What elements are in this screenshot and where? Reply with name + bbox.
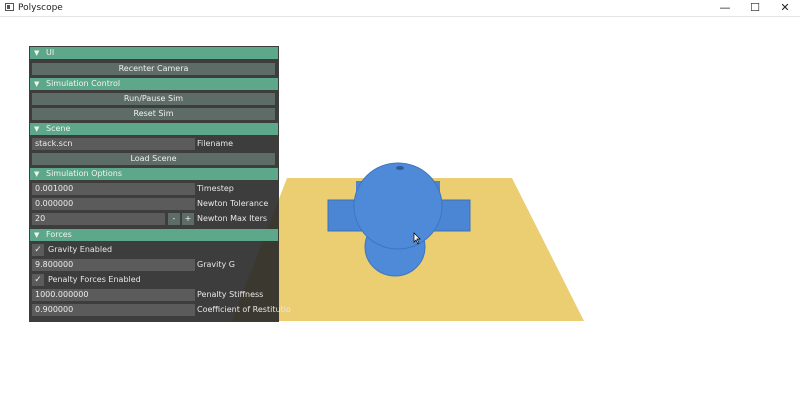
penalty-forces-label: Penalty Forces Enabled [48, 275, 141, 284]
gravity-enabled-label: Gravity Enabled [48, 245, 113, 254]
gravity-g-label: Gravity G [197, 260, 235, 269]
collapse-triangle-icon: ▼ [34, 231, 40, 239]
app-icon [5, 3, 14, 11]
penalty-forces-checkbox[interactable]: ✓ [32, 274, 44, 286]
ui-panel: ▼ UI Recenter Camera ▼ Simulation Contro… [29, 46, 291, 322]
3d-viewport[interactable]: ▼ UI Recenter Camera ▼ Simulation Contro… [0, 17, 800, 419]
newton-max-iters-label: Newton Max Iters [197, 214, 268, 223]
collapse-triangle-icon: ▼ [34, 170, 40, 178]
minimize-button[interactable]: — [710, 0, 740, 16]
simulation-options-header[interactable]: ▼ Simulation Options [30, 168, 278, 180]
close-button[interactable]: ✕ [770, 0, 800, 16]
recenter-camera-button[interactable]: Recenter Camera [32, 63, 275, 75]
penalty-stiffness-input[interactable]: 1000.000000 [32, 289, 195, 301]
collapse-triangle-icon: ▼ [34, 80, 40, 88]
window-title: Polyscope [18, 3, 63, 13]
timestep-label: Timestep [197, 184, 234, 193]
newton-tolerance-label: Newton Tolerance [197, 199, 269, 208]
newton-max-iters-input[interactable]: 20 [32, 213, 165, 225]
decrement-button[interactable]: - [168, 213, 180, 225]
maximize-button[interactable]: ☐ [740, 0, 770, 16]
penalty-stiffness-label: Penalty Stiffness [197, 290, 264, 299]
gravity-g-input[interactable]: 9.800000 [32, 259, 195, 271]
restitution-input[interactable]: 0.900000 [32, 304, 195, 316]
collapse-triangle-icon: ▼ [34, 125, 40, 133]
simulation-control-header[interactable]: ▼ Simulation Control [30, 78, 278, 90]
gravity-enabled-checkbox[interactable]: ✓ [32, 244, 44, 256]
ui-header[interactable]: ▼ UI [30, 47, 278, 59]
restitution-label: Coefficient of Restitutio [197, 305, 291, 314]
filename-label: Filename [197, 139, 234, 148]
collapse-triangle-icon: ▼ [34, 49, 40, 57]
newton-tolerance-input[interactable]: 0.000000 [32, 198, 195, 210]
run-pause-button[interactable]: Run/Pause Sim [32, 93, 275, 105]
reset-sim-button[interactable]: Reset Sim [32, 108, 275, 120]
filename-input[interactable]: stack.scn [32, 138, 195, 150]
scene-header[interactable]: ▼ Scene [30, 123, 278, 135]
title-bar: Polyscope — ☐ ✕ [0, 0, 800, 17]
increment-button[interactable]: + [182, 213, 194, 225]
forces-header[interactable]: ▼ Forces [30, 229, 278, 241]
timestep-input[interactable]: 0.001000 [32, 183, 195, 195]
load-scene-button[interactable]: Load Scene [32, 153, 275, 165]
upper-head-mesh [353, 162, 443, 250]
mesh-top-hole [396, 166, 404, 170]
